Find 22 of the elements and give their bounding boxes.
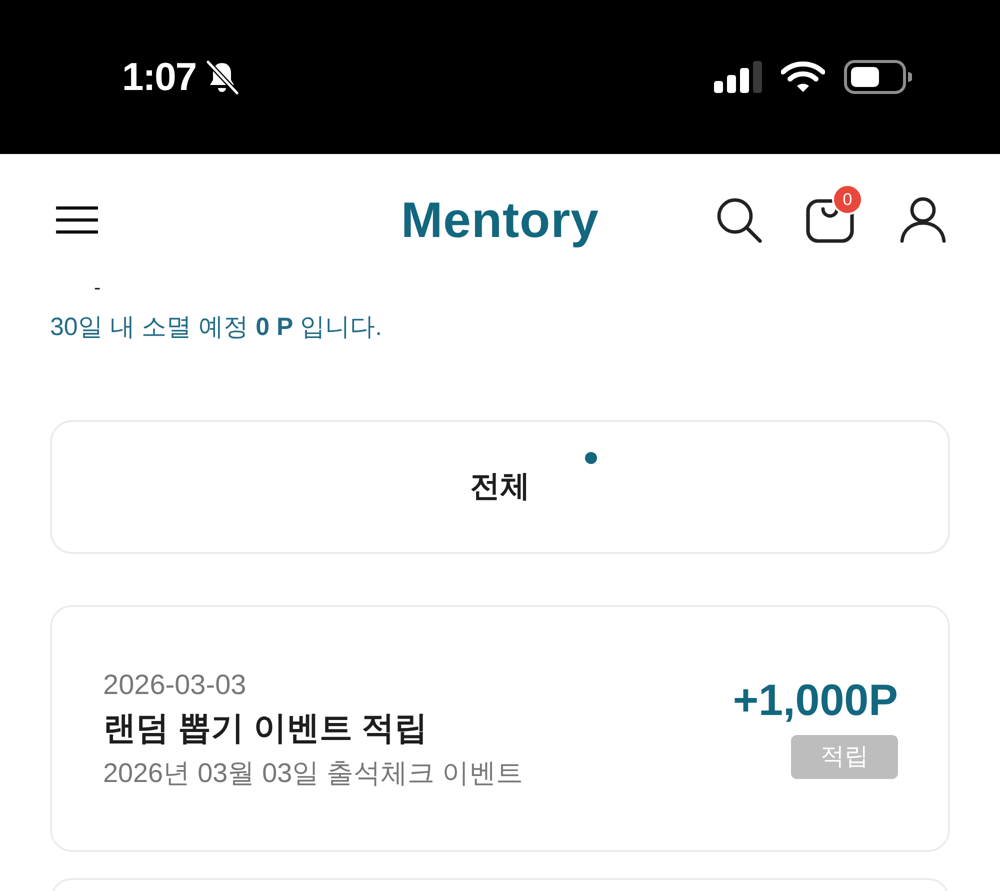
cart-count-badge: 0 [832, 184, 863, 215]
user-icon [900, 197, 946, 243]
status-badge: 적립 [791, 734, 898, 778]
menu-icon [56, 205, 98, 235]
status-time: 1:07 [122, 58, 196, 96]
muted-bell-icon [205, 59, 240, 95]
expiring-points-note: 30일 내 소멸 예정 0 P 입니다. [50, 312, 384, 343]
account-button[interactable] [900, 197, 946, 243]
wifi-icon [781, 61, 825, 93]
search-button[interactable] [716, 197, 762, 243]
search-icon [716, 197, 762, 243]
dash-text: - [94, 278, 101, 298]
battery-icon [844, 60, 912, 94]
history-description: 2026년 03월 03일 출석체크 이벤트 [103, 756, 524, 790]
filter-tab[interactable]: 전체 [470, 469, 530, 505]
points-amount: +1,000P [732, 674, 898, 726]
history-title: 랜덤 뽑기 이벤트 적립 [103, 708, 429, 748]
history-date: 2026-03-03 [103, 668, 248, 702]
signal-icon [714, 61, 764, 93]
brand-logo[interactable]: Mentory [401, 195, 599, 245]
cart-button[interactable]: 0 [806, 184, 863, 243]
menu-button[interactable] [56, 205, 98, 235]
